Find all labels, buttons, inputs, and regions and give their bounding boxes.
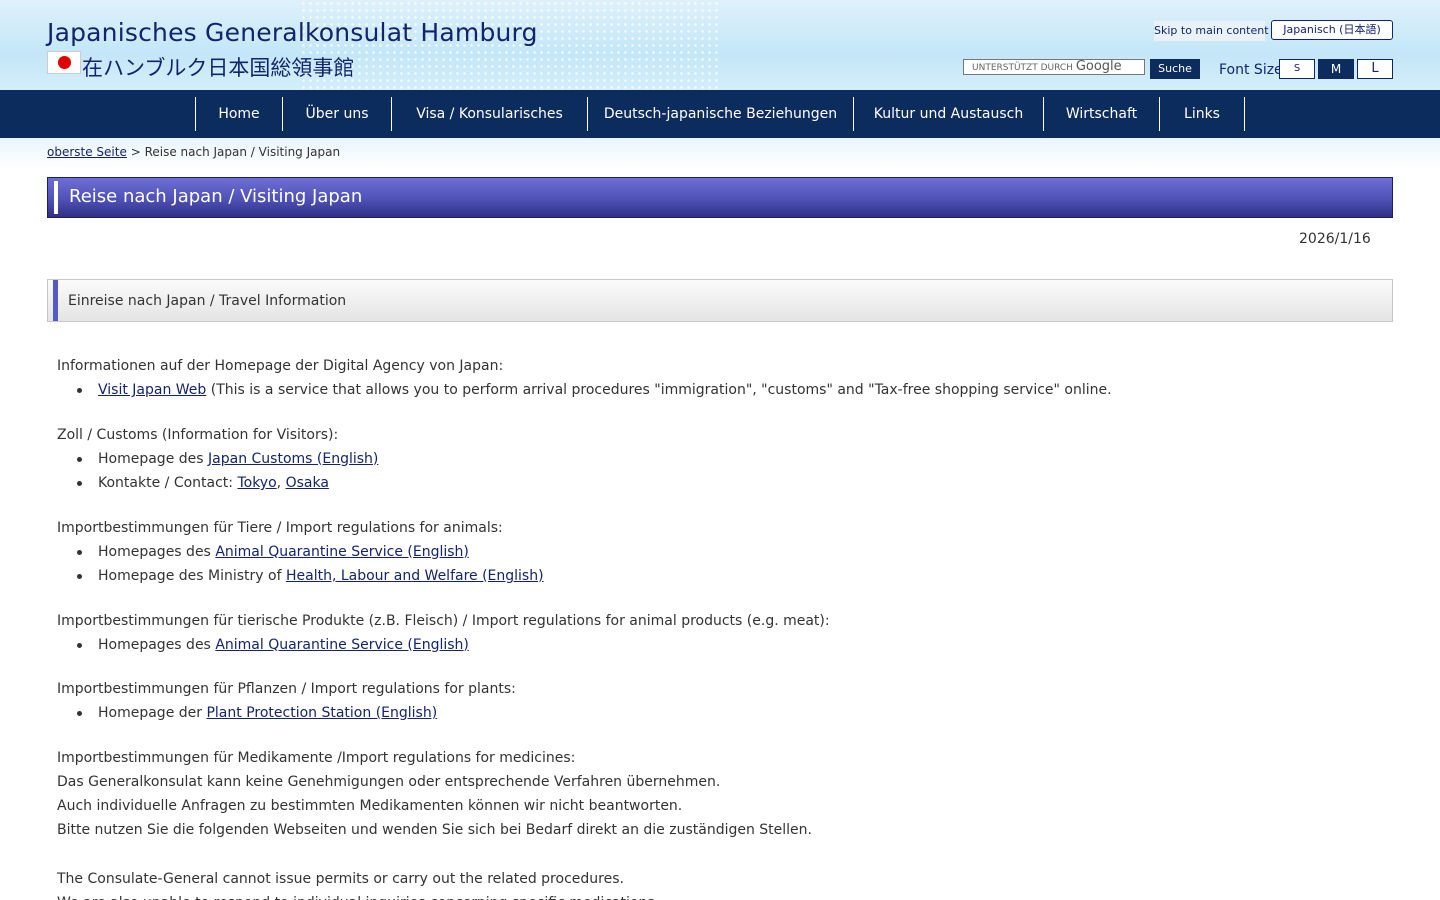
list-item: Homepage des Ministry of Health, Labour … xyxy=(57,564,1377,589)
animal-products-heading: Importbestimmungen für tierische Produkt… xyxy=(57,612,830,629)
visit-japan-web-link[interactable]: Visit Japan Web xyxy=(98,382,206,398)
medicines-heading: Importbestimmungen für Medikamente /Impo… xyxy=(57,749,576,766)
list-item: Kontakte / Contact: Tokyo, Osaka xyxy=(57,471,1377,496)
medicines-line-1: Das Generalkonsulat kann keine Genehmigu… xyxy=(57,773,721,790)
japan-flag-icon xyxy=(47,51,81,74)
japan-customs-link[interactable]: Japan Customs (English) xyxy=(208,451,378,467)
breadcrumb-home-link[interactable]: oberste Seite xyxy=(47,145,127,159)
list-item-text: Homepage des Ministry of xyxy=(98,568,286,584)
plants-list: Homepage der Plant Protection Station (E… xyxy=(57,701,1377,726)
site-subtitle[interactable]: 在ハンブルク日本国総領事館 xyxy=(82,52,354,82)
list-item-text: Homepages des xyxy=(98,636,216,653)
main-content: Informationen auf der Homepage der Digit… xyxy=(57,354,1377,900)
main-nav: Home Über uns Visa / Konsularisches Deut… xyxy=(0,90,1440,138)
tokyo-link[interactable]: Tokyo xyxy=(237,475,276,491)
nav-item-links[interactable]: Links xyxy=(1160,97,1245,131)
list-item: Homepage des Japan Customs (English) xyxy=(57,447,1377,472)
animals-list: Homepages des Animal Quarantine Service … xyxy=(57,540,1377,589)
animal-quarantine-products-link[interactable]: Animal Quarantine Service (English) xyxy=(215,637,469,653)
site-title[interactable]: Japanisches Generalkonsulat Hamburg xyxy=(47,18,538,47)
list-item-separator: , xyxy=(276,475,286,491)
plants-heading: Importbestimmungen für Pflanzen / Import… xyxy=(57,681,516,697)
medicines-en-line-2: We are also unable to respond to individ… xyxy=(57,891,1377,900)
plant-protection-link[interactable]: Plant Protection Station (English) xyxy=(206,705,437,721)
section-accent xyxy=(53,280,58,321)
nav-item-economy[interactable]: Wirtschaft xyxy=(1044,97,1160,131)
search-button[interactable]: Suche xyxy=(1150,59,1200,79)
digital-heading: Informationen auf der Homepage der Digit… xyxy=(57,358,504,374)
font-size-medium-button[interactable]: M xyxy=(1318,59,1354,79)
health-labour-welfare-link[interactable]: Health, Labour and Welfare (English) xyxy=(286,568,544,584)
breadcrumb-current: Reise nach Japan / Visiting Japan xyxy=(144,145,341,159)
customs-list: Homepage des Japan Customs (English) Kon… xyxy=(57,447,1377,496)
font-size-label: Font Size xyxy=(1219,62,1283,78)
osaka-link[interactable]: Osaka xyxy=(286,475,329,491)
language-button[interactable]: Japanisch (日本語) xyxy=(1271,20,1393,40)
breadcrumb-separator: > xyxy=(130,145,141,159)
list-item-text: Homepage des xyxy=(98,450,209,467)
list-item-text: Homepage der xyxy=(98,705,207,721)
nav-item-visa[interactable]: Visa / Konsularisches xyxy=(392,97,588,131)
list-item: Homepages des Animal Quarantine Service … xyxy=(57,540,1377,565)
font-size-small-button[interactable]: S xyxy=(1279,59,1315,79)
search-input[interactable]: UNTERSTÜTZT DURCH Google xyxy=(963,59,1145,75)
nav-item-relations[interactable]: Deutsch-japanische Beziehungen xyxy=(588,97,854,131)
digital-list: Visit Japan Web (This is a service that … xyxy=(57,378,1377,403)
list-item: Homepages des Animal Quarantine Service … xyxy=(57,633,1377,658)
medicines-line-2: Auch individuelle Anfragen zu bestimmten… xyxy=(57,797,683,814)
page-date: 2026/1/16 xyxy=(1299,231,1371,247)
nav-item-culture[interactable]: Kultur und Austausch xyxy=(854,97,1044,131)
animal-products-list: Homepages des Animal Quarantine Service … xyxy=(57,633,1377,658)
list-item: Visit Japan Web (This is a service that … xyxy=(57,378,1377,403)
list-item-text: Kontakte / Contact: xyxy=(98,475,238,491)
nav-item-about[interactable]: Über uns xyxy=(283,97,392,131)
list-item-text: Homepages des xyxy=(98,543,216,560)
site-header: Japanisches Generalkonsulat Hamburg 在ハンブ… xyxy=(0,0,1440,90)
medicines-line-3: Bitte nutzen Sie die folgenden Webseiten… xyxy=(57,821,812,838)
font-size-large-button[interactable]: L xyxy=(1357,59,1393,79)
customs-heading: Zoll / Customs (Information for Visitors… xyxy=(57,426,339,443)
list-item: Homepage der Plant Protection Station (E… xyxy=(57,701,1377,726)
page-title-bar: Reise nach Japan / Visiting Japan xyxy=(47,177,1393,218)
section-title: Einreise nach Japan / Travel Information xyxy=(68,293,347,309)
page-title: Reise nach Japan / Visiting Japan xyxy=(69,186,363,207)
list-item-text: (This is a service that allows you to pe… xyxy=(206,382,1112,398)
title-accent xyxy=(54,181,58,214)
medicines-en-line-1: The Consulate-General cannot issue permi… xyxy=(57,870,624,887)
skip-to-main-link[interactable]: Skip to main content xyxy=(1154,21,1269,41)
google-logo: Google xyxy=(1075,59,1122,74)
animals-heading: Importbestimmungen für Tiere / Import re… xyxy=(57,519,503,536)
search-placeholder: UNTERSTÜTZT DURCH xyxy=(972,63,1073,73)
section-heading: Einreise nach Japan / Travel Information xyxy=(47,279,1393,322)
animal-quarantine-link[interactable]: Animal Quarantine Service (English) xyxy=(215,544,469,560)
breadcrumb: oberste Seite > Reise nach Japan / Visit… xyxy=(47,145,340,159)
nav-item-home[interactable]: Home xyxy=(195,97,283,131)
